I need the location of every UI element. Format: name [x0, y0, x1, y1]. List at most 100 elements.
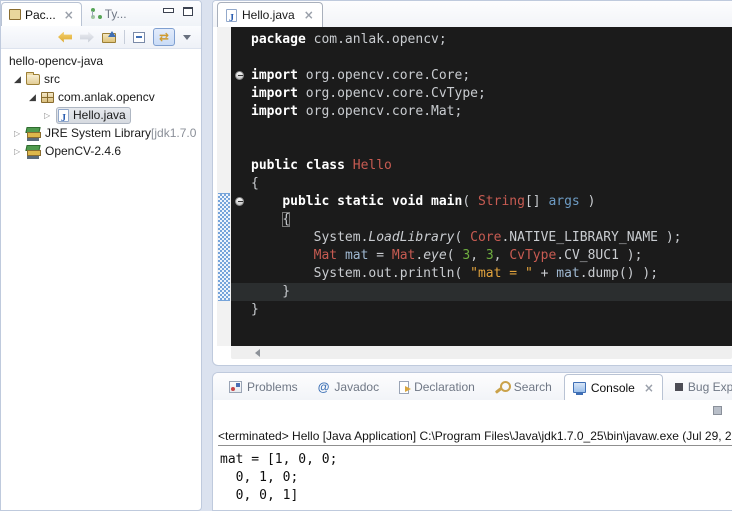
console-status-line: <terminated> Hello [Java Application] C:… [218, 428, 732, 446]
forward-icon[interactable] [80, 32, 94, 43]
link-with-editor-button[interactable] [153, 28, 175, 46]
tree-item-label: OpenCV-2.4.6 [45, 144, 121, 158]
editor-tab-hello-java[interactable]: Hello.java × [217, 2, 323, 27]
console-view: Problems Javadoc Declaration Search Console ×… [212, 372, 732, 511]
twistie-expanded-icon[interactable]: ◢ [14, 74, 26, 85]
package-explorer-toolbar [1, 26, 201, 49]
fold-collapse-icon[interactable] [235, 71, 244, 80]
javadoc-icon [318, 380, 330, 394]
code-line[interactable]: { [251, 211, 732, 229]
bottom-tab-declaration[interactable]: Declaration [391, 374, 483, 400]
tree-item-label: com.anlak.opencv [58, 90, 155, 104]
bug-explorer-icon [675, 383, 683, 391]
bottom-tab-label: Console [591, 381, 635, 395]
twistie-collapsed-icon[interactable]: ▷ [44, 111, 56, 120]
link-with-editor-icon [159, 30, 169, 44]
editor-vertical-ruler[interactable] [217, 27, 231, 346]
code-text[interactable]: package com.anlak.opencv; import org.ope… [231, 27, 732, 346]
collapse-all-icon[interactable] [133, 32, 145, 43]
view-tab-ty[interactable]: Ty... [82, 2, 134, 26]
code-line[interactable] [251, 139, 732, 157]
view-tab-label: Ty... [105, 7, 127, 21]
editor-tab-label: Hello.java [242, 8, 295, 22]
twistie-collapsed-icon[interactable]: ▷ [14, 129, 26, 138]
code-line[interactable] [251, 49, 732, 67]
close-icon[interactable]: × [64, 9, 74, 21]
editor-area: Hello.java × package com.anlak.opencv; i… [212, 0, 732, 366]
fold-collapse-icon[interactable] [235, 197, 244, 206]
scroll-left-icon[interactable] [255, 349, 260, 357]
search-icon [495, 381, 509, 394]
project-tree: hello-opencv-java◢src◢com.anlak.opencv▷H… [1, 49, 201, 160]
bottom-tab-label: Bug Explorer [688, 380, 732, 394]
twistie-expanded-icon[interactable]: ◢ [29, 92, 41, 103]
bottom-tab-problems[interactable]: Problems [221, 374, 306, 400]
tree-item-label: Hello.java [73, 108, 126, 122]
bottom-tab-javadoc[interactable]: Javadoc [310, 374, 387, 400]
tree-item-src[interactable]: ◢ src [1, 70, 201, 88]
view-tab-pac[interactable]: Pac... × [1, 2, 82, 26]
code-line[interactable]: { [251, 175, 732, 193]
code-editor[interactable]: package com.anlak.opencv; import org.ope… [217, 27, 732, 346]
bottom-tab-console[interactable]: Console × [564, 374, 663, 400]
code-line[interactable]: public static void main( String[] args ) [251, 193, 732, 211]
bottom-tab-bug-explorer[interactable]: Bug Explorer [667, 374, 732, 400]
tree-item-label: src [44, 72, 60, 86]
tree-item-hello-java[interactable]: ▷ Hello.java [1, 106, 201, 124]
code-line[interactable]: } [231, 283, 732, 301]
code-line[interactable]: import org.opencv.core.Mat; [251, 103, 732, 121]
tree-item-opencv-2-4-6[interactable]: ▷ OpenCV-2.4.6 [1, 142, 201, 160]
tree-item-hello-opencv-java[interactable]: hello-opencv-java [1, 52, 201, 70]
close-icon[interactable]: × [644, 382, 654, 394]
code-line[interactable]: } [251, 301, 732, 319]
bottom-view-tabbar: Problems Javadoc Declaration Search Console ×… [213, 373, 732, 400]
code-line[interactable]: package com.anlak.opencv; [251, 31, 732, 49]
code-line[interactable]: System.LoadLibrary( Core.NATIVE_LIBRARY_… [251, 229, 732, 247]
tree-item-label: hello-opencv-java [9, 54, 103, 68]
maximize-icon[interactable] [183, 7, 193, 16]
bottom-tab-label: Declaration [414, 380, 475, 394]
editor-horizontal-scrollbar[interactable] [217, 346, 732, 360]
back-icon[interactable] [58, 32, 72, 43]
java-file-icon [226, 9, 237, 22]
bottom-tab-label: Problems [247, 380, 298, 394]
eclipse-workbench: { "colors": { "desktop_bg": "#dbe2ef", "… [0, 0, 732, 511]
selected-tree-item: Hello.java [56, 107, 131, 124]
scrollbar-track[interactable] [231, 346, 732, 359]
code-line[interactable]: import org.opencv.core.Core; [251, 67, 732, 85]
package-explorer-tabbar: Pac... × Ty... [1, 1, 201, 26]
view-menu-icon[interactable] [183, 35, 191, 40]
code-line[interactable]: System.out.println( "mat = " + mat.dump(… [251, 265, 732, 283]
package-icon [41, 92, 54, 103]
package-explorer-view: Pac...×Ty... hello-opencv-java◢src◢com.a… [0, 0, 202, 511]
package-explorer-icon [9, 9, 21, 20]
close-icon[interactable]: × [304, 9, 314, 21]
console-toolbar-button[interactable] [713, 406, 722, 415]
view-tab-label: Pac... [25, 8, 56, 22]
up-icon[interactable] [102, 31, 116, 43]
problems-icon [229, 381, 242, 393]
declaration-icon [399, 381, 409, 394]
type-hierarchy-icon [89, 8, 101, 20]
tree-item-label: JRE System Library [45, 126, 151, 140]
minimize-icon[interactable] [163, 7, 173, 16]
library-icon [26, 145, 41, 158]
code-line[interactable]: public class Hello [251, 157, 732, 175]
console-icon [573, 382, 586, 393]
view-window-buttons [163, 7, 193, 16]
tree-item-decoration: [jdk1.7.0 [151, 126, 196, 140]
library-icon [26, 127, 41, 140]
code-line[interactable]: import org.opencv.core.CvType; [251, 85, 732, 103]
tree-item-com-anlak-opencv[interactable]: ◢ com.anlak.opencv [1, 88, 201, 106]
editor-tabbar: Hello.java × [213, 1, 732, 27]
twistie-collapsed-icon[interactable]: ▷ [14, 147, 26, 156]
code-line[interactable]: Mat mat = Mat.eye( 3, 3, CvType.CV_8UC1 … [251, 247, 732, 265]
source-folder-icon [26, 74, 40, 85]
bottom-tab-search[interactable]: Search [487, 374, 560, 400]
range-indicator [218, 193, 230, 301]
code-line[interactable] [251, 121, 732, 139]
toolbar-separator [124, 30, 125, 44]
console-output[interactable]: mat = [1, 0, 0; 0, 1, 0; 0, 0, 1] [220, 451, 337, 505]
bottom-tab-label: Javadoc [334, 380, 379, 394]
tree-item-jre-system-library[interactable]: ▷ JRE System Library [jdk1.7.0 [1, 124, 201, 142]
